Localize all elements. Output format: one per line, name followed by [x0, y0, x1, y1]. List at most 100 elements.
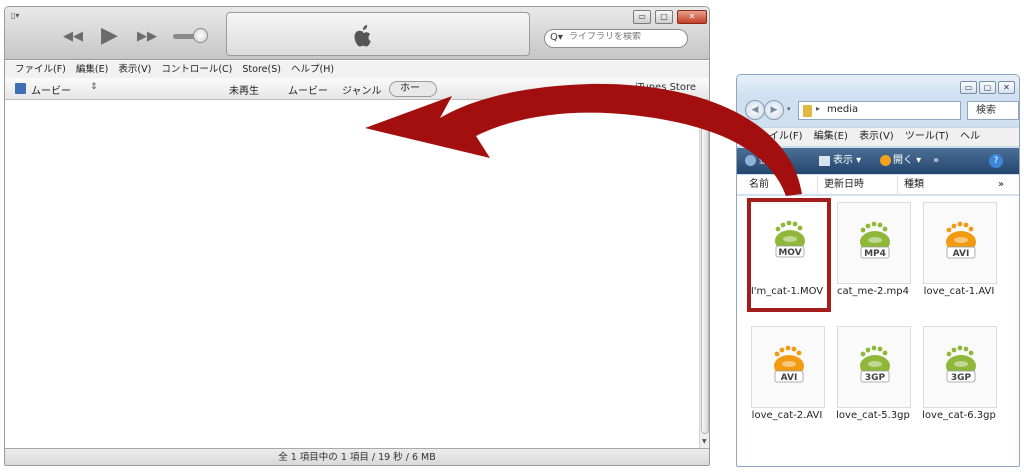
explorer-menubar: ファイル(F) 編集(E) 表示(V) ツール(T) ヘル	[737, 127, 1019, 147]
minimize-button[interactable]: ▭	[960, 81, 977, 94]
menu-store[interactable]: Store(S)	[242, 61, 281, 78]
more-commands-button[interactable]: »	[933, 148, 939, 174]
organize-button[interactable]: 整理 ▾	[759, 148, 787, 174]
video-file-icon: AVI	[946, 221, 976, 259]
menu-file[interactable]: ファイル(F)	[15, 61, 66, 78]
file-type-badge: 3GP	[865, 373, 886, 383]
vertical-scrollbar[interactable]: ▲ ▼	[699, 101, 709, 448]
itunes-menubar: ファイル(F) 編集(E) 表示(V) コントロール(C) Store(S) ヘ…	[5, 61, 709, 78]
file-type-badge: 3GP	[951, 373, 972, 383]
file-thumbnail-frame: AVI	[923, 202, 997, 284]
views-icon	[819, 156, 830, 166]
volume-knob[interactable]	[193, 28, 208, 43]
next-track-icon[interactable]: ▶▶	[137, 30, 157, 43]
menu-file[interactable]: ファイル(F)	[749, 128, 803, 146]
menu-controls[interactable]: コントロール(C)	[161, 61, 232, 78]
menu-help[interactable]: ヘルプ(H)	[291, 61, 334, 78]
file-item[interactable]: AVI love_cat-1.AVI	[915, 200, 1001, 318]
column-header-more[interactable]: »	[992, 175, 1004, 195]
tab-home[interactable]: ホー	[389, 81, 437, 97]
file-item[interactable]: AVI love_cat-2.AVI	[743, 324, 829, 442]
library-navbar: ムービー ⇕ 未再生 ムービー ジャンル ホー iTunes Store	[5, 78, 709, 100]
file-thumbnail-frame: 3GP	[923, 326, 997, 408]
explorer-command-bar: 整理 ▾ 表示 ▾ 開く ▾ » ?	[737, 148, 1019, 174]
status-bar: 全 1 項目中の 1 項目 / 19 秒 / 6 MB	[5, 448, 709, 465]
column-header-date[interactable]: 更新日時	[817, 175, 897, 195]
close-button[interactable]: ✕	[677, 10, 707, 24]
previous-track-icon[interactable]: ◀◀	[63, 30, 83, 43]
file-name-label: love_cat-2.AVI	[751, 410, 823, 421]
explorer-search-field[interactable]: 検索	[967, 101, 1019, 120]
breadcrumb-folder[interactable]: media	[827, 104, 858, 115]
minimize-button[interactable]: ▭	[633, 10, 651, 24]
file-name-label: love_cat-1.AVI	[923, 286, 995, 297]
column-header-type[interactable]: 種類	[897, 175, 992, 195]
close-button[interactable]: ✕	[998, 81, 1015, 94]
file-name-label: love_cat-6.3gp	[922, 410, 996, 421]
file-thumbnail-frame: MP4	[837, 202, 911, 284]
address-row: ◀ ▶ ▾ ▸ media ▼ ↻ 検索	[737, 97, 1019, 125]
scrollbar-thumb[interactable]	[701, 115, 709, 434]
video-file-icon: MP4	[860, 221, 890, 259]
video-file-icon: 3GP	[946, 345, 976, 383]
folder-icon	[803, 105, 812, 117]
search-icon: Q▾	[550, 32, 563, 43]
tab-movies[interactable]: ムービー	[288, 82, 328, 97]
explorer-titlebar: ▭ ▢ ✕	[737, 75, 1019, 97]
column-header-name[interactable]: 名前	[743, 175, 817, 195]
open-button[interactable]: 開く ▾	[893, 148, 921, 174]
file-item[interactable]: MOV I'm_cat-1.MOV	[743, 198, 831, 318]
file-type-badge: AVI	[781, 373, 798, 383]
file-type-badge: AVI	[953, 249, 970, 259]
tab-genres[interactable]: ジャンル	[342, 82, 382, 97]
back-arrow-icon[interactable]: ◀	[745, 100, 765, 120]
itunes-toolbar: ▯▾ ◀◀ ▶ ▶▶ Q▾ ▭ ▢ ✕	[5, 7, 709, 60]
address-bar[interactable]: ▸ media ▼ ↻	[798, 101, 1019, 120]
tab-unplayed[interactable]: 未再生	[229, 82, 259, 97]
file-item[interactable]: 3GP love_cat-5.3gp	[829, 324, 915, 442]
forward-arrow-icon[interactable]: ▶	[764, 100, 784, 120]
file-thumbnail-frame: 3GP	[837, 326, 911, 408]
history-dropdown-icon[interactable]: ▾	[787, 105, 791, 113]
breadcrumb-separator-icon: ▸	[816, 104, 821, 113]
apple-logo-icon	[354, 25, 371, 47]
file-thumbnail-frame: AVI	[751, 326, 825, 408]
file-name-label: cat_me-2.mp4	[836, 286, 910, 297]
library-search-field[interactable]: Q▾	[544, 29, 688, 48]
file-type-badge: MOV	[778, 248, 801, 258]
video-file-icon: 3GP	[860, 345, 890, 383]
library-search-input[interactable]	[569, 32, 684, 42]
file-name-label: love_cat-5.3gp	[836, 410, 910, 421]
file-list: MOV I'm_cat-1.MOV MP4 cat_me-2.mp4 AVI love_c…	[737, 196, 1019, 466]
scroll-up-icon[interactable]: ▲	[702, 104, 707, 111]
window-menu-icon[interactable]: ▯▾	[11, 11, 19, 20]
library-selector[interactable]: ムービー	[31, 82, 71, 97]
maximize-button[interactable]: ▢	[979, 81, 996, 94]
file-name-label: I'm_cat-1.MOV	[750, 286, 824, 297]
menu-help[interactable]: ヘル	[960, 128, 980, 146]
menu-edit[interactable]: 編集(E)	[814, 128, 848, 146]
library-content-area[interactable]	[5, 101, 699, 448]
menu-edit[interactable]: 編集(E)	[76, 61, 108, 78]
maximize-button[interactable]: ▢	[655, 10, 673, 24]
now-playing-display	[226, 12, 530, 56]
help-icon[interactable]: ?	[989, 154, 1003, 168]
views-button[interactable]: 表示 ▾	[833, 148, 861, 174]
organize-icon	[745, 155, 756, 166]
column-headers: 名前 更新日時 種類 »	[737, 175, 1019, 195]
file-type-badge: MP4	[864, 249, 886, 259]
menu-tools[interactable]: ツール(T)	[905, 128, 949, 146]
video-file-icon: MOV	[775, 220, 805, 258]
open-icon	[880, 155, 891, 166]
video-file-icon: AVI	[774, 345, 804, 383]
scroll-down-icon[interactable]: ▼	[702, 438, 707, 445]
play-icon[interactable]: ▶	[101, 25, 118, 47]
movie-library-icon	[15, 83, 26, 94]
selector-arrow-icon[interactable]: ⇕	[90, 82, 98, 92]
menu-view[interactable]: 表示(V)	[859, 128, 894, 146]
file-item[interactable]: MP4 cat_me-2.mp4	[829, 200, 915, 318]
file-item[interactable]: 3GP love_cat-6.3gp	[915, 324, 1001, 442]
menu-view[interactable]: 表示(V)	[118, 61, 151, 78]
itunes-store-link[interactable]: iTunes Store	[635, 82, 696, 93]
itunes-window: ▯▾ ◀◀ ▶ ▶▶ Q▾ ▭ ▢ ✕ ファイル(F) 編集(E) 表示(V) …	[4, 6, 710, 466]
